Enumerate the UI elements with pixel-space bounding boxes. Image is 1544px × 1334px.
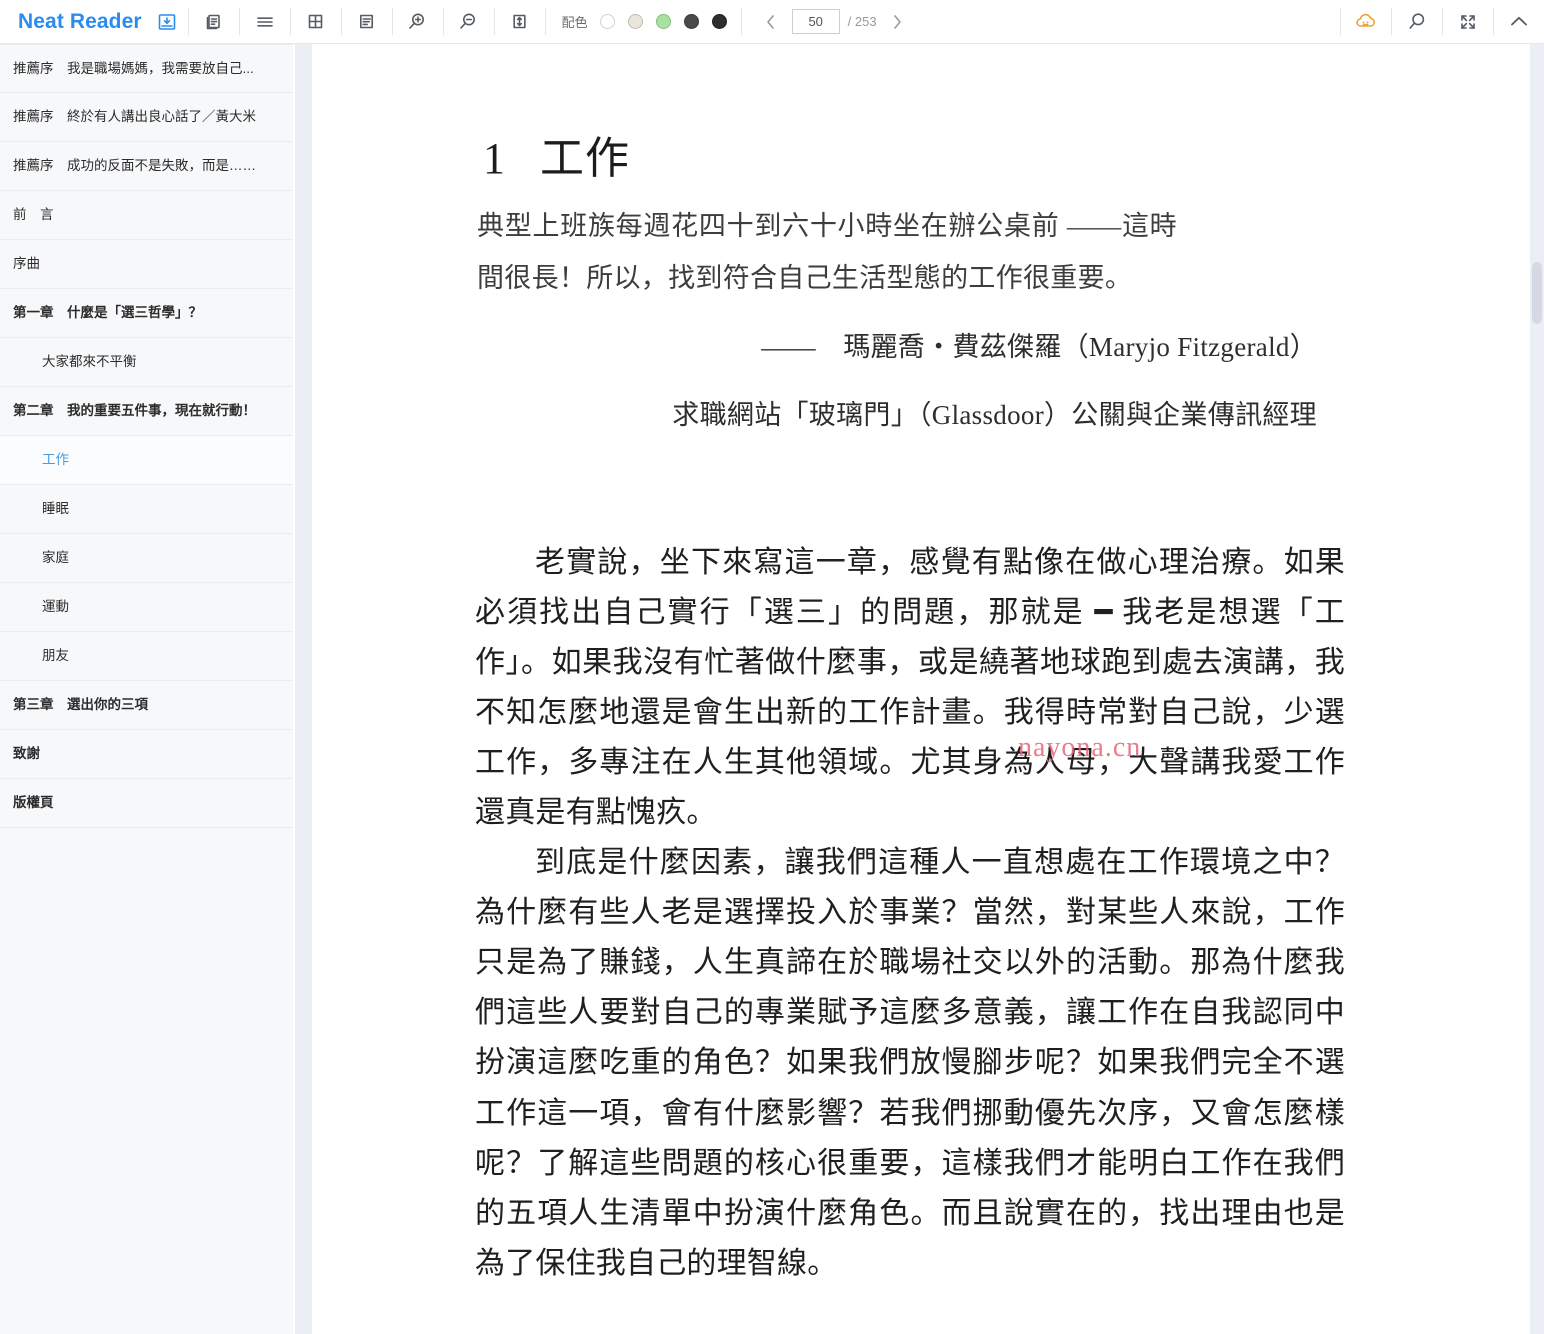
collapse-up-icon[interactable] (1494, 0, 1544, 44)
book-page: 1 工作 典型上班族每週花四十到六十小時坐在辦公桌前 ——這時間很長！所以，找到… (315, 122, 1530, 1289)
scheme-dark-gray[interactable] (683, 14, 699, 29)
app-title: Neat Reader (18, 9, 142, 33)
sidebar-scrollbar[interactable] (293, 44, 315, 1334)
copy-pages-icon[interactable] (189, 0, 239, 44)
next-page-button[interactable] (885, 7, 911, 37)
color-scheme-group: 配色 (546, 0, 741, 44)
grid-layout-icon[interactable] (291, 0, 341, 44)
chapter-heading: 1 工作 (483, 122, 1530, 186)
sidebar-item-recommend-1[interactable]: 推薦序 我是職場媽媽，我需要放自己... (0, 44, 293, 93)
brand-area: Neat Reader (0, 0, 188, 44)
sidebar-item-label: 運動 (42, 599, 69, 615)
sidebar-item-recommend-3[interactable]: 推薦序 成功的反面不是失敗，而是…… (0, 142, 293, 191)
text-layout-icon[interactable] (342, 0, 392, 44)
cloud-sync-icon[interactable] (1341, 0, 1391, 44)
sidebar-item-exercise[interactable]: 運動 (0, 583, 293, 632)
scheme-sepia[interactable] (627, 14, 643, 29)
sidebar-item-chapter-3[interactable]: 第三章 選出你的三項 (0, 681, 293, 730)
epigraph-attribution-author: —— 瑪麗喬・費茲傑羅（Maryjo Fitzgerald） (761, 331, 1317, 362)
line-height-icon[interactable] (495, 0, 545, 44)
sidebar-item-label: 推薦序 終於有人講出良心話了／黃大米 (13, 109, 256, 125)
sidebar-item-sleep[interactable]: 睡眠 (0, 485, 293, 534)
sidebar-item-label: 第二章 我的重要五件事，現在就行動！ (13, 403, 256, 419)
search-icon[interactable] (1392, 0, 1442, 44)
scheme-green[interactable] (655, 14, 671, 29)
sidebar-item-label: 睡眠 (42, 501, 69, 517)
sidebar-item-acknowledgements[interactable]: 致謝 (0, 730, 293, 779)
save-download-icon[interactable] (156, 11, 178, 33)
total-pages-label: / 253 (847, 14, 877, 29)
scheme-black[interactable] (711, 14, 727, 29)
sidebar-item-chapter-1[interactable]: 第一章 什麼是「選三哲學」？ (0, 289, 293, 338)
sidebar-item-label: 工作 (42, 452, 69, 468)
book-content-area: 1 工作 典型上班族每週花四十到六十小時坐在辦公桌前 ——這時間很長！所以，找到… (315, 44, 1530, 1334)
zoom-out-icon[interactable] (444, 0, 494, 44)
epigraph-attribution-role: 求職網站「玻璃門」（Glassdoor）公關與企業傳訊經理 (672, 400, 1317, 431)
sidebar-item-label: 推薦序 成功的反面不是失敗，而是…… (13, 158, 256, 174)
sidebar-item-label: 第三章 選出你的三項 (13, 697, 148, 713)
sidebar-item-friends[interactable]: 朋友 (0, 632, 293, 681)
sidebar-item-prelude[interactable]: 序曲 (0, 240, 293, 289)
sidebar-item-label: 推薦序 我是職場媽媽，我需要放自己... (13, 60, 254, 76)
menu-lines-icon[interactable] (240, 0, 290, 44)
chapter-number: 1 (483, 134, 506, 183)
sidebar-item-label: 家庭 (42, 550, 69, 566)
top-toolbar: Neat Reader 配色 50 / 253 (0, 0, 1544, 44)
scheme-white[interactable] (599, 14, 615, 29)
content-scrollbar-thumb[interactable] (1532, 262, 1542, 324)
sidebar-item-work[interactable]: 工作 (0, 436, 293, 485)
sidebar-item-chapter-2[interactable]: 第二章 我的重要五件事，現在就行動！ (0, 387, 293, 436)
sidebar-item-everyone-unbalanced[interactable]: 大家都來不平衡 (0, 338, 293, 387)
table-of-contents-sidebar[interactable]: 推薦序 我是職場媽媽，我需要放自己... 推薦序 終於有人講出良心話了／黃大米 … (0, 44, 293, 1334)
sidebar-item-label: 前 言 (13, 207, 54, 223)
chapter-title: 工作 (540, 134, 630, 183)
fullscreen-icon[interactable] (1443, 0, 1493, 44)
sidebar-item-label: 版權頁 (13, 795, 54, 811)
body-text: 老實說，坐下來寫這一章，感覺有點像在做心理治療。如果必須找出自己實行「選三」的問… (475, 538, 1345, 1289)
paragraph: 到底是什麼因素，讓我們這種人一直想處在工作環境之中？為什麼有些人老是選擇投入於事… (475, 846, 1345, 1280)
content-scrollbar[interactable] (1530, 44, 1544, 1334)
paragraph: 老實說，坐下來寫這一章，感覺有點像在做心理治療。如果必須找出自己實行「選三」的問… (475, 545, 1345, 829)
epigraph-quote: 典型上班族每週花四十到六十小時坐在辦公桌前 ——這時間很長！所以，找到符合自己生… (477, 211, 1177, 294)
sidebar-item-copyright[interactable]: 版權頁 (0, 779, 293, 828)
sidebar-item-label: 序曲 (13, 256, 40, 272)
sidebar-item-label: 大家都來不平衡 (42, 354, 137, 370)
sidebar-item-label: 朋友 (42, 648, 69, 664)
sidebar-scrollbar-track[interactable] (295, 44, 312, 1334)
sidebar-item-label: 第一章 什麼是「選三哲學」？ (13, 305, 202, 321)
sidebar-item-family[interactable]: 家庭 (0, 534, 293, 583)
page-number-input[interactable] (791, 9, 840, 34)
prev-page-button[interactable] (758, 7, 784, 37)
sidebar-item-label: 致謝 (13, 746, 40, 762)
sidebar-item-preface[interactable]: 前 言 (0, 191, 293, 240)
sidebar-item-recommend-2[interactable]: 推薦序 終於有人講出良心話了／黃大米 (0, 93, 293, 142)
zoom-in-icon[interactable] (393, 0, 443, 44)
page-navigator: / 253 (742, 0, 927, 44)
color-scheme-label: 配色 (561, 15, 588, 30)
